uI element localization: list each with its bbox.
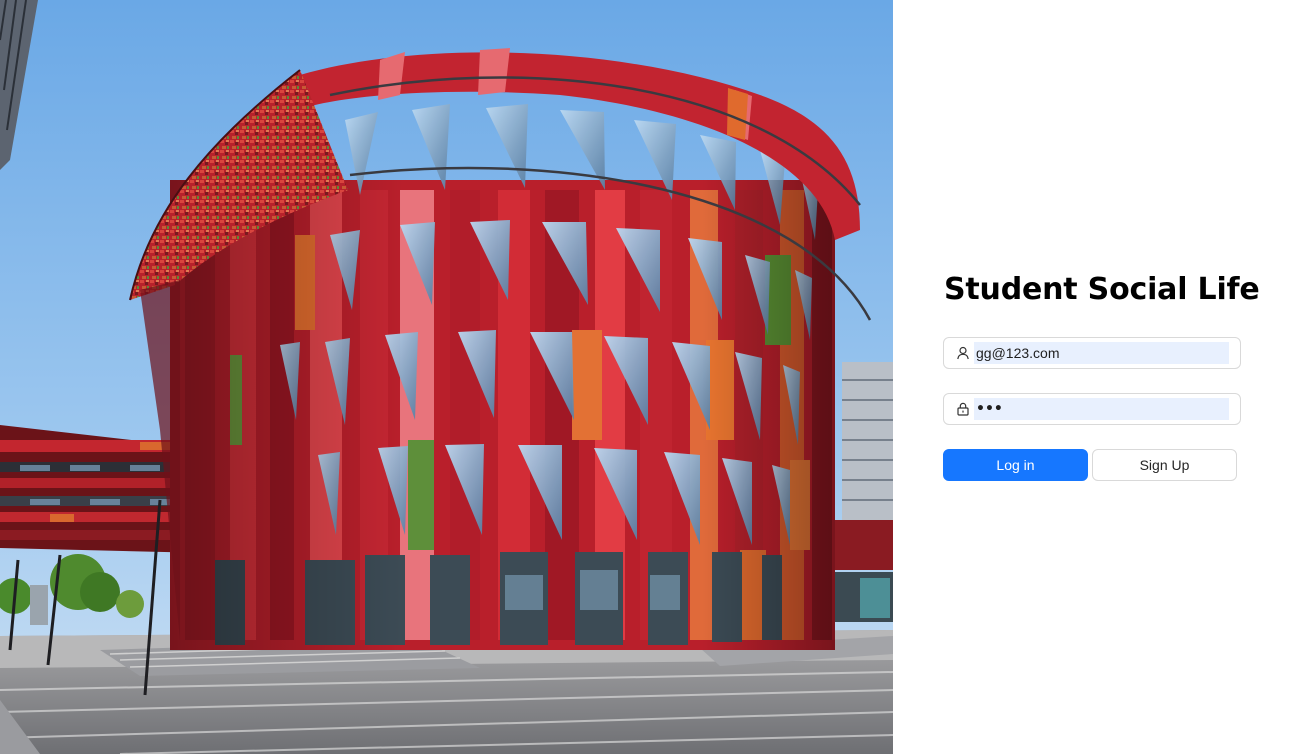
email-field[interactable] bbox=[943, 337, 1241, 369]
login-page: Student Social Life Log in Sign Up bbox=[0, 0, 1291, 754]
password-input[interactable] bbox=[974, 398, 1229, 420]
login-button[interactable]: Log in bbox=[943, 449, 1088, 481]
lock-icon bbox=[956, 402, 970, 416]
email-input[interactable] bbox=[974, 342, 1229, 364]
signup-button[interactable]: Sign Up bbox=[1092, 449, 1237, 481]
login-panel: Student Social Life Log in Sign Up bbox=[893, 0, 1291, 754]
user-icon bbox=[956, 346, 970, 360]
page-title: Student Social Life bbox=[944, 272, 1260, 307]
hero-image bbox=[0, 0, 893, 754]
password-field[interactable] bbox=[943, 393, 1241, 425]
building-photo bbox=[0, 0, 893, 754]
